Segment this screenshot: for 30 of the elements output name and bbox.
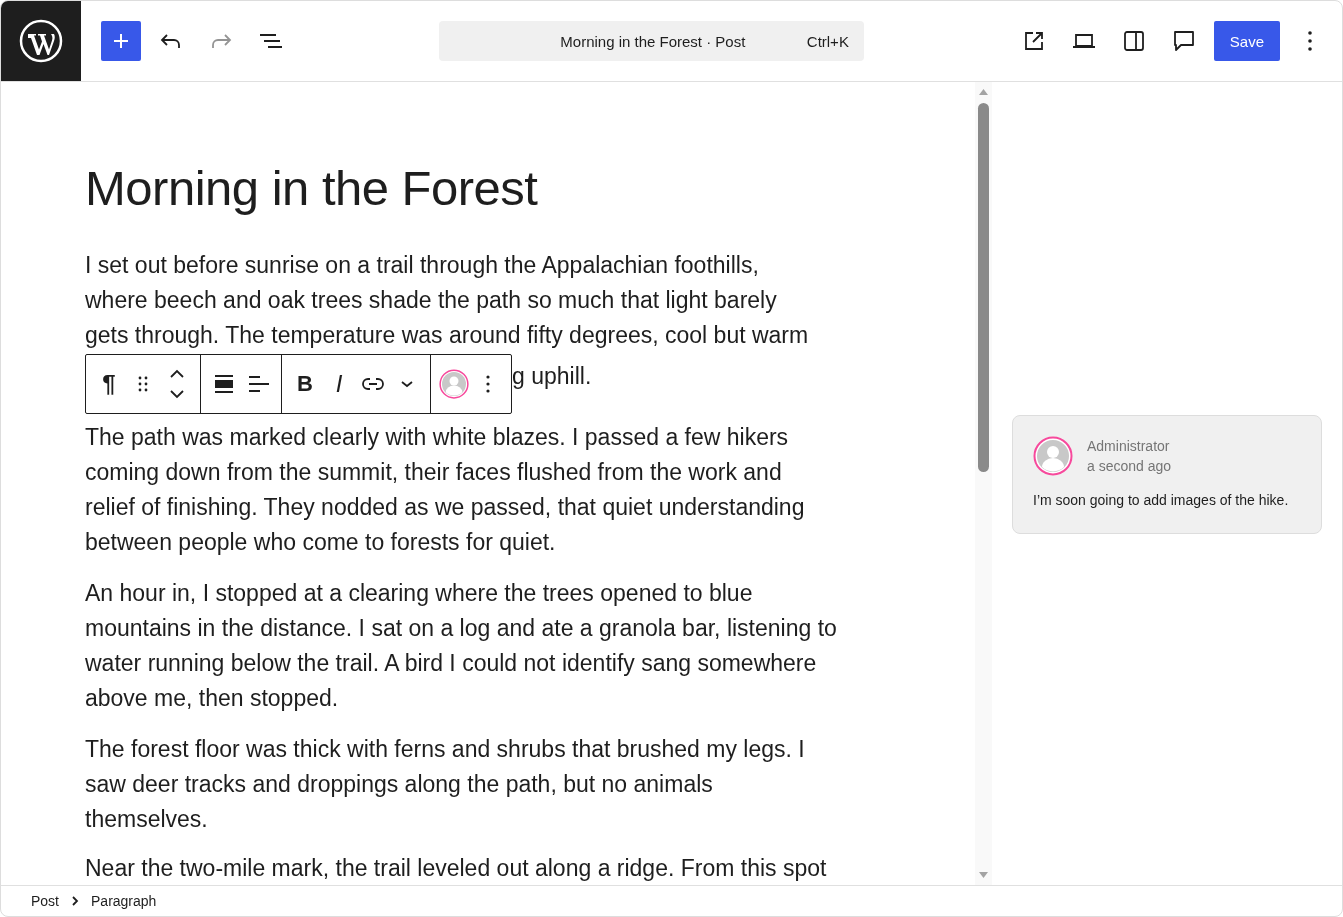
paragraph-block-button[interactable]: ¶ bbox=[92, 362, 126, 406]
paragraph[interactable]: The forest floor was thick with ferns and shrubs that brushed my legs. I saw deer tracks and droppings along the path, but no animals themselves. bbox=[85, 732, 805, 837]
breadcrumb-link[interactable]: Post bbox=[25, 891, 65, 911]
comment-author: Administrator bbox=[1087, 437, 1171, 456]
bold-button[interactable]: B bbox=[288, 362, 322, 406]
document-title: Morning in the Forest · Post bbox=[559, 32, 747, 50]
more-vertical-icon bbox=[485, 374, 491, 394]
avatar-icon bbox=[1033, 436, 1073, 476]
plus-icon bbox=[111, 31, 131, 51]
comment-text: I’m soon going to add images of the hike. bbox=[1033, 491, 1290, 510]
logo-icon[interactable] bbox=[1, 1, 81, 81]
sidebar-icon bbox=[1121, 29, 1146, 53]
paragraph-fragment: g uphill. bbox=[512, 362, 592, 391]
shortcut-label: Ctrl+K bbox=[806, 32, 849, 50]
more-vertical-icon bbox=[1307, 30, 1313, 52]
scrollbar[interactable] bbox=[975, 82, 992, 885]
italic-button[interactable]: I bbox=[322, 362, 356, 406]
comment-card[interactable]: Administrator a second ago I’m soon going to add images of the hike. bbox=[1012, 415, 1322, 534]
paragraph[interactable]: The path was marked clearly with white blazes. I passed a few hikers coming down from the summit, their faces flushed from the work and relief of finishing. They nodded as we passed, that quiet understanding between people who come to forests for quiet. bbox=[85, 420, 805, 560]
save-button[interactable]: Save bbox=[1213, 21, 1280, 61]
speech-bubble-icon bbox=[1171, 29, 1196, 53]
paragraph[interactable]: Near the two-mile mark, the trail leveled out along a ridge. From this spot bbox=[85, 853, 827, 883]
avatar-icon bbox=[439, 369, 469, 399]
breadcrumb-link[interactable]: Paragraph bbox=[85, 891, 163, 911]
chevron-right-icon bbox=[71, 895, 79, 907]
comment-time: a second ago bbox=[1087, 457, 1172, 476]
post-title[interactable]: Morning in the Forest bbox=[85, 158, 975, 218]
add-block-button[interactable] bbox=[101, 21, 141, 61]
command-bar[interactable]: Morning in the Forest · Post Ctrl+K bbox=[438, 21, 864, 61]
paragraph[interactable]: An hour in, I stopped at a clearing where the trees opened to blue mountains in the distance. I sat on a log and ate a granola bar, listening to water running below the trail. A bird I could not identify sang somewhere above me, then stopped. bbox=[85, 576, 837, 716]
